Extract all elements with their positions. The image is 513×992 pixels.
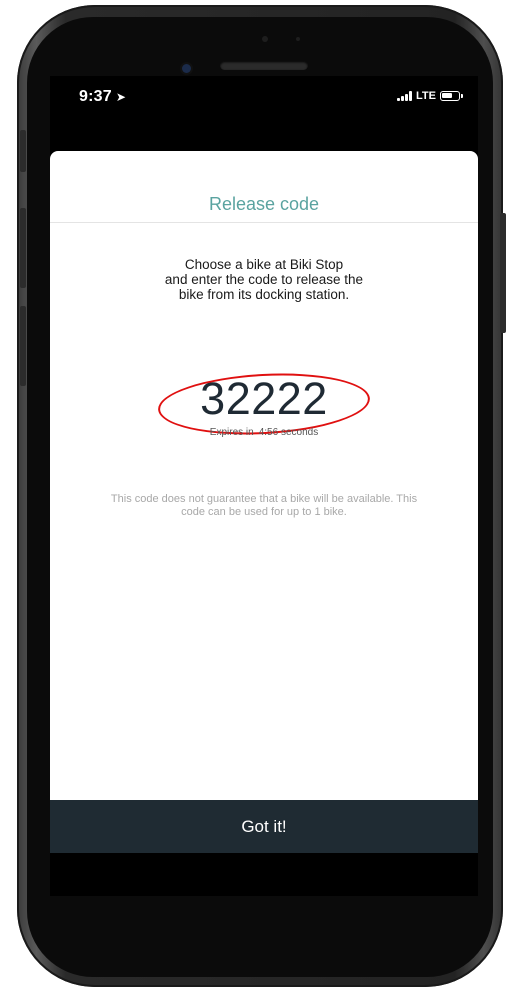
network-type: LTE bbox=[416, 90, 436, 102]
volume-up-button bbox=[20, 208, 26, 288]
front-camera bbox=[182, 64, 191, 73]
mute-switch bbox=[20, 130, 26, 172]
disclaimer-text: This code does not guarantee that a bike… bbox=[110, 493, 418, 518]
battery-icon bbox=[440, 91, 463, 101]
proximity-sensor bbox=[262, 36, 268, 42]
location-arrow-icon: ➤ bbox=[115, 90, 127, 104]
release-code: 32222 bbox=[50, 368, 478, 440]
volume-down-button bbox=[20, 306, 26, 386]
power-button bbox=[500, 213, 506, 333]
release-code-sheet: Release code Choose a bike at Biki Stop … bbox=[50, 151, 478, 853]
instructions-text: Choose a bike at Biki Stop and enter the… bbox=[164, 257, 364, 302]
phone-screen: 9:37 ➤ LTE Release code Choose a bike at … bbox=[50, 76, 478, 896]
status-bar: 9:37 ➤ LTE bbox=[50, 76, 478, 120]
got-it-button[interactable]: Got it! bbox=[50, 800, 478, 853]
page-title: Release code bbox=[208, 194, 320, 214]
ambient-sensor bbox=[296, 37, 300, 41]
sheet-header: Release code bbox=[50, 151, 478, 223]
status-time: 9:37 ➤ bbox=[79, 88, 127, 105]
expiry-text: Expires in 4:56 seconds bbox=[209, 427, 319, 438]
earpiece-speaker bbox=[220, 61, 308, 70]
cellular-signal-icon bbox=[397, 91, 413, 101]
